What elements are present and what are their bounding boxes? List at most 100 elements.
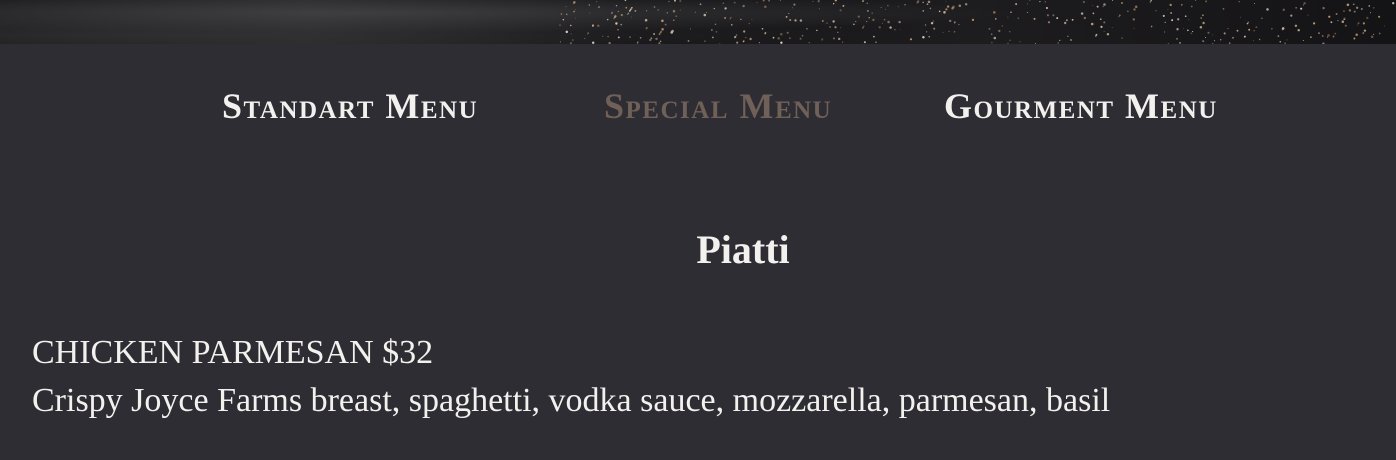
speckle-dot <box>1372 33 1375 36</box>
speckle-dot <box>610 12 613 15</box>
speckle-dot <box>862 0 865 2</box>
speckle-dot <box>565 6 567 8</box>
speckle-dot <box>670 31 673 34</box>
speckle-dot <box>1261 17 1263 19</box>
section-title: Piatti <box>696 227 790 272</box>
speckle-dot <box>1171 19 1174 22</box>
speckle-dot <box>1321 35 1324 37</box>
speckle-dot <box>842 41 844 43</box>
speckle-dot <box>1271 27 1273 30</box>
speckle-dot <box>953 31 956 33</box>
speckle-dot <box>789 18 792 22</box>
speckle-dot <box>946 5 950 8</box>
speckle-dot <box>1083 16 1087 20</box>
speckle-dot <box>1205 37 1206 38</box>
speckle-dot <box>657 9 659 11</box>
speckle-dot <box>1199 25 1203 29</box>
speckle-dot <box>1366 16 1369 20</box>
speckle-dot <box>1312 22 1316 25</box>
speckle-dot <box>572 39 574 41</box>
speckle-dot <box>591 25 594 27</box>
tab-special-menu[interactable]: Special Menu <box>604 80 832 132</box>
speckle-dot <box>1019 41 1021 43</box>
speckle-dot <box>1092 12 1095 15</box>
speckle-dot <box>1302 40 1304 41</box>
speckle-dot <box>1107 32 1110 36</box>
speckle-dot <box>606 18 609 21</box>
speckle-dot <box>1067 35 1069 37</box>
speckle-dot <box>832 20 835 22</box>
speckle-dot <box>1099 18 1102 21</box>
speckle-dot <box>1322 6 1325 10</box>
speckle-dot <box>560 41 561 43</box>
speckle-dot <box>736 41 739 44</box>
speckle-dot <box>658 42 661 44</box>
speckle-dot <box>1007 42 1009 44</box>
speckle-dot <box>1353 37 1356 40</box>
speckle-dot <box>866 2 868 4</box>
speckle-dot <box>1176 37 1178 40</box>
speckle-dot <box>789 19 791 21</box>
speckle-dot <box>694 11 697 14</box>
speckle-dot <box>799 37 802 40</box>
speckle-dot <box>617 36 620 39</box>
speckle-dot <box>909 38 913 41</box>
speckle-dot <box>871 12 873 14</box>
speckle-dot <box>597 24 600 28</box>
speckle-dot <box>1310 36 1312 38</box>
speckle-dot <box>740 18 742 20</box>
speckle-dot <box>834 0 837 2</box>
speckle-dot <box>1219 39 1222 41</box>
speckle-dot <box>1103 31 1105 32</box>
speckle-dot <box>786 31 789 34</box>
speckle-dot <box>570 24 572 27</box>
speckle-dot <box>1009 39 1011 41</box>
tab-standart-menu[interactable]: Standart Menu <box>222 80 478 132</box>
speckle-dot <box>1346 3 1350 7</box>
speckle-dot <box>1118 15 1120 18</box>
speckle-dot <box>772 36 775 39</box>
speckle-dot <box>1253 39 1254 41</box>
speckle-dot <box>1214 40 1216 42</box>
speckle-dot <box>1188 19 1190 21</box>
speckle-dot <box>653 6 656 8</box>
speckle-dot <box>816 29 818 32</box>
speckle-dot <box>1247 21 1250 24</box>
speckle-dot <box>662 28 663 30</box>
speckle-dot <box>1127 10 1129 12</box>
speckle-dot <box>945 0 947 2</box>
speckle-dot <box>958 4 962 7</box>
speckle-dot <box>1164 31 1166 33</box>
speckle-dot <box>1187 29 1189 32</box>
speckle-dot <box>1169 3 1172 7</box>
speckle-dot <box>574 17 576 19</box>
speckle-dot <box>1134 5 1138 9</box>
speckle-dot <box>942 31 944 33</box>
speckle-dot <box>655 37 658 41</box>
speckle-dot <box>1039 0 1041 3</box>
speckle-dot <box>1100 25 1103 29</box>
speckle-dot <box>1207 31 1210 34</box>
speckle-dot <box>1368 5 1370 7</box>
speckle-dot <box>922 1 924 4</box>
speckle-dot <box>596 1 598 3</box>
speckle-dot <box>748 23 750 25</box>
speckle-dot <box>1258 38 1261 41</box>
speckle-dot <box>801 34 804 37</box>
speckle-dot <box>1007 16 1009 18</box>
speckle-dot <box>664 23 667 26</box>
tab-gourment-menu[interactable]: Gourment Menu <box>944 80 1218 132</box>
speckle-dot <box>649 38 652 42</box>
speckle-dot <box>779 0 781 2</box>
speckle-dot <box>565 13 568 16</box>
speckle-dot <box>724 7 727 10</box>
speckle-dot <box>1254 3 1256 4</box>
speckle-dot <box>764 32 767 35</box>
speckle-dot <box>1372 6 1375 9</box>
speckle-dot <box>924 24 927 26</box>
speckle-dot <box>1212 43 1214 44</box>
speckle-dot <box>1335 13 1338 15</box>
speckle-dot <box>1363 31 1365 34</box>
speckle-dot <box>1065 18 1069 22</box>
speckle-dot <box>1360 8 1363 10</box>
